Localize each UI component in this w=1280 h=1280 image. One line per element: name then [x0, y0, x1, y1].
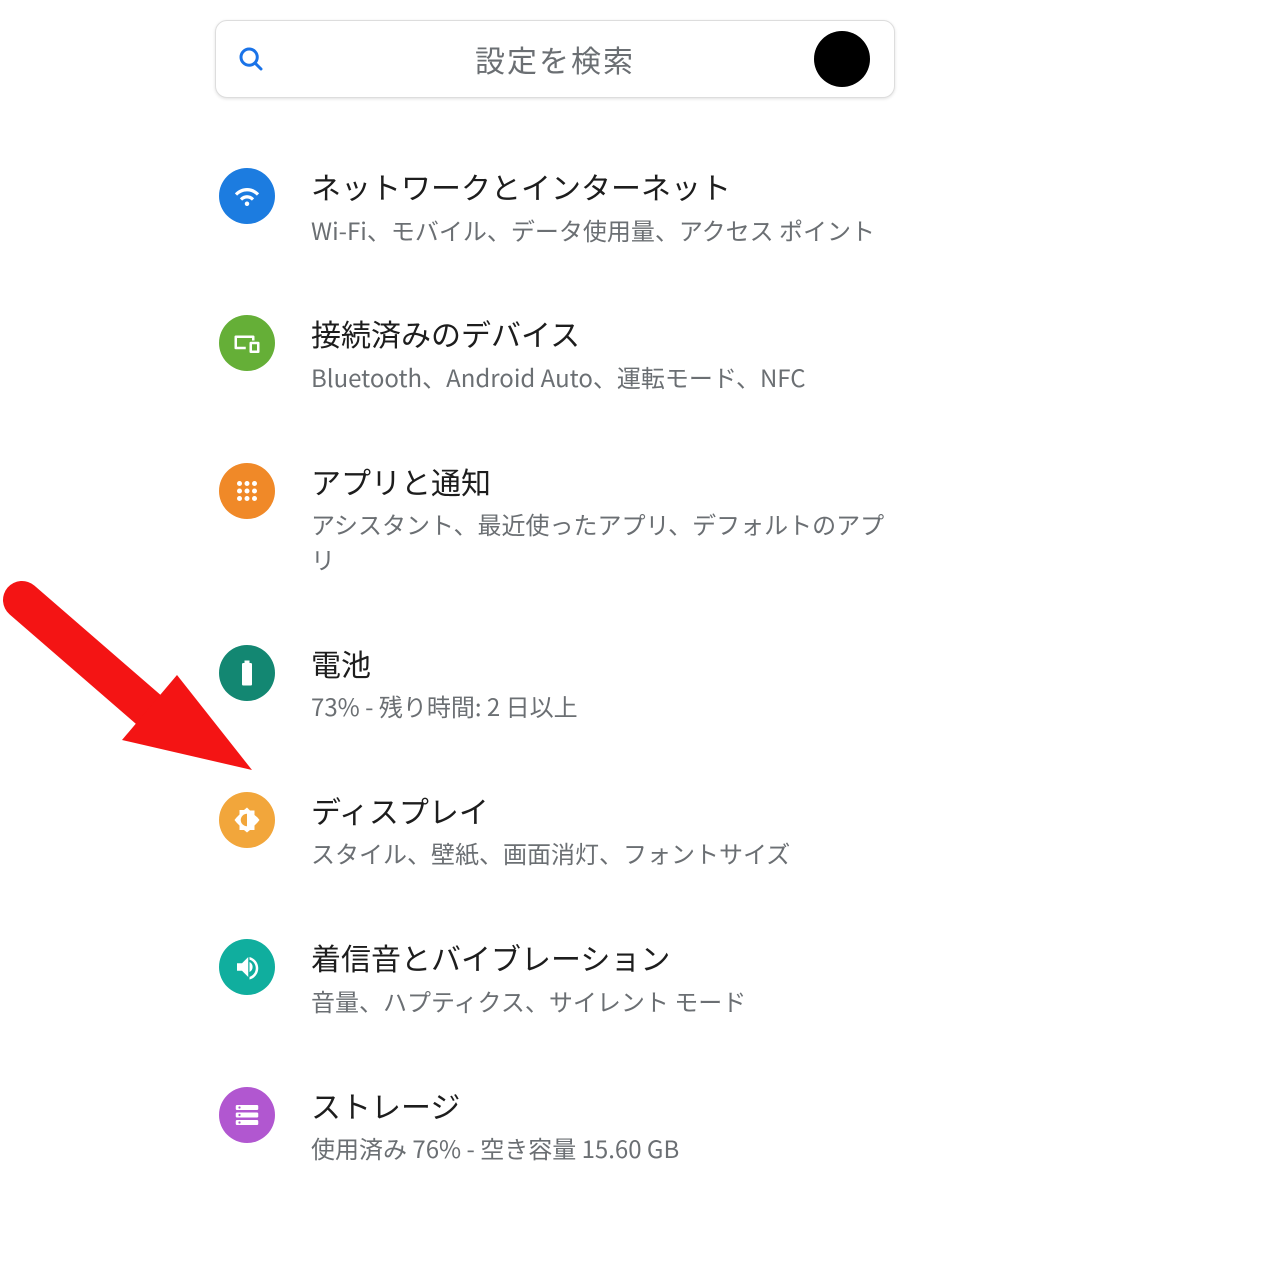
item-title: 接続済みのデバイス — [311, 313, 895, 354]
sound-icon — [219, 939, 275, 995]
settings-item-sound[interactable]: 着信音とバイブレーション 音量、ハプティクス、サイレント モード — [215, 919, 895, 1036]
item-title: ディスプレイ — [311, 790, 895, 831]
item-subtitle: 73% - 残り時間: 2 日以上 — [311, 689, 895, 724]
profile-avatar[interactable] — [814, 31, 870, 87]
wifi-icon — [219, 168, 275, 224]
item-subtitle: Wi-Fi、モバイル、データ使用量、アクセス ポイント — [311, 213, 895, 248]
settings-search-bar[interactable]: 設定を検索 — [215, 20, 895, 98]
devices-icon — [219, 315, 275, 371]
item-subtitle: アシスタント、最近使ったアプリ、デフォルトのアプリ — [311, 507, 895, 577]
settings-item-connected-devices[interactable]: 接続済みのデバイス Bluetooth、Android Auto、運転モード、N… — [215, 295, 895, 412]
search-placeholder: 設定を検索 — [216, 37, 894, 81]
item-title: 着信音とバイブレーション — [311, 937, 895, 978]
search-icon — [236, 44, 266, 74]
item-title: 電池 — [311, 643, 895, 684]
item-title: ストレージ — [311, 1085, 895, 1126]
settings-item-battery[interactable]: 電池 73% - 残り時間: 2 日以上 — [215, 625, 895, 742]
settings-item-storage[interactable]: ストレージ 使用済み 76% - 空き容量 15.60 GB — [215, 1067, 895, 1184]
item-subtitle: 音量、ハプティクス、サイレント モード — [311, 984, 895, 1019]
apps-icon — [219, 463, 275, 519]
settings-item-network[interactable]: ネットワークとインターネット Wi-Fi、モバイル、データ使用量、アクセス ポイ… — [215, 148, 895, 265]
item-subtitle: 使用済み 76% - 空き容量 15.60 GB — [311, 1131, 895, 1166]
item-subtitle: Bluetooth、Android Auto、運転モード、NFC — [311, 360, 895, 395]
storage-icon — [219, 1087, 275, 1143]
item-title: ネットワークとインターネット — [311, 166, 895, 207]
settings-item-apps[interactable]: アプリと通知 アシスタント、最近使ったアプリ、デフォルトのアプリ — [215, 443, 895, 595]
settings-list: ネットワークとインターネット Wi-Fi、モバイル、データ使用量、アクセス ポイ… — [215, 148, 895, 1184]
settings-item-display[interactable]: ディスプレイ スタイル、壁紙、画面消灯、フォントサイズ — [215, 772, 895, 889]
item-subtitle: スタイル、壁紙、画面消灯、フォントサイズ — [311, 836, 895, 871]
battery-icon — [219, 645, 275, 701]
item-title: アプリと通知 — [311, 461, 895, 502]
brightness-icon — [219, 792, 275, 848]
